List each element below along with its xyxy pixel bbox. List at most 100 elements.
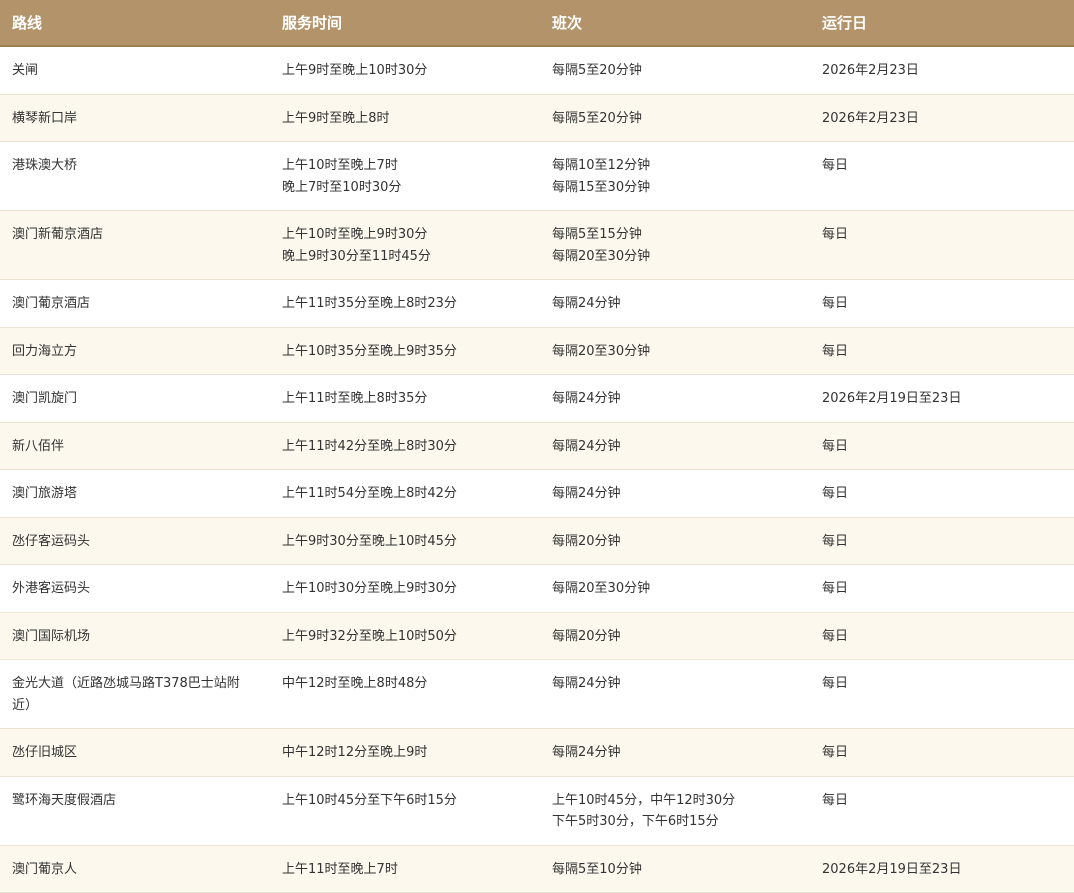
table-row: 氹仔客运码头 上午9时30分至晚上10时45分 每隔20分钟 每日	[0, 517, 1074, 565]
frequency-line: 每隔5至15分钟	[552, 227, 642, 242]
route-name: 金光大道（近路氹城马路T378巴士站附近）	[12, 676, 240, 713]
service-hours-line: 上午11时42分至晚上8时30分	[282, 438, 457, 454]
service-hours-line: 上午9时至晚上10时30分	[282, 63, 428, 78]
operating-days-cell: 每日	[810, 612, 1074, 660]
operating-days-cell: 每日	[810, 279, 1074, 328]
table-row: 氹仔旧城区 中午12时12分至晚上9时 每隔24分钟 每日	[0, 728, 1074, 777]
service-hours-line: 上午9时30分至晚上10时45分	[282, 533, 457, 549]
route-name: 氹仔客运码头	[12, 533, 91, 549]
frequency-cell: 每隔24分钟	[540, 374, 810, 423]
operating-days: 每日	[822, 438, 849, 454]
operating-days: 每日	[822, 227, 849, 242]
frequency-line: 每隔24分钟	[552, 745, 621, 760]
service-hours-cell: 上午11时42分至晚上8时30分	[270, 422, 540, 470]
shuttle-schedule-table: 路线 服务时间 班次 运行日 关闸 上午9时至晚上10时30分 每隔5至20分钟 20…	[0, 0, 1074, 893]
route-cell: 澳门葡京人	[0, 845, 270, 893]
frequency-line: 每隔5至20分钟	[552, 110, 642, 126]
frequency-line: 每隔24分钟	[552, 676, 621, 691]
operating-days-cell: 每日	[810, 422, 1074, 470]
service-hours-cell: 上午9时至晚上10时30分	[270, 46, 540, 95]
operating-days-cell: 每日	[810, 564, 1074, 613]
service-hours-line: 上午10时至晚上7时	[282, 158, 398, 173]
frequency-cell: 每隔5至20分钟	[540, 94, 810, 142]
route-name: 澳门葡京人	[12, 861, 78, 877]
operating-days: 每日	[822, 296, 849, 311]
frequency-line: 每隔20至30分钟	[552, 343, 651, 359]
operating-days-cell: 每日	[810, 210, 1074, 280]
table-row: 关闸 上午9时至晚上10时30分 每隔5至20分钟 2026年2月23日	[0, 46, 1074, 95]
frequency-cell: 每隔20至30分钟	[540, 327, 810, 375]
frequency-cell: 每隔24分钟	[540, 422, 810, 470]
header-route: 路线	[0, 0, 270, 47]
route-cell: 澳门凯旋门	[0, 374, 270, 423]
table-row: 澳门葡京酒店 上午11时35分至晚上8时23分 每隔24分钟 每日	[0, 279, 1074, 328]
route-name: 外港客运码头	[12, 581, 91, 596]
service-hours-line: 中午12时至晚上8时48分	[282, 676, 428, 691]
route-cell: 港珠澳大桥	[0, 141, 270, 211]
service-hours-line: 上午10时35分至晚上9时35分	[282, 343, 457, 359]
service-hours-cell: 中午12时12分至晚上9时	[270, 728, 540, 777]
route-cell: 澳门国际机场	[0, 612, 270, 660]
service-hours-line: 上午11时54分至晚上8时42分	[282, 486, 457, 501]
service-hours-cell: 上午10时至晚上7时 晚上7时至10时30分	[270, 141, 540, 211]
table-row: 新八佰伴 上午11时42分至晚上8时30分 每隔24分钟 每日	[0, 422, 1074, 470]
frequency-cell: 上午10时45分，中午12时30分 下午5时30分，下午6时15分	[540, 776, 810, 846]
frequency-cell: 每隔10至12分钟 每隔15至30分钟	[540, 141, 810, 211]
route-name: 澳门葡京酒店	[12, 296, 91, 311]
frequency-cell: 每隔5至15分钟 每隔20至30分钟	[540, 210, 810, 280]
service-hours-cell: 上午9时30分至晚上10时45分	[270, 517, 540, 565]
table-row: 澳门葡京人 上午11时至晚上7时 每隔5至10分钟 2026年2月19日至23日	[0, 845, 1074, 893]
frequency-line: 每隔20分钟	[552, 628, 621, 644]
service-hours-cell: 上午11时35分至晚上8时23分	[270, 279, 540, 328]
service-hours-line: 上午11时至晚上8时35分	[282, 391, 428, 406]
table-row: 外港客运码头 上午10时30分至晚上9时30分 每隔20至30分钟 每日	[0, 564, 1074, 613]
service-hours-line: 上午9时32分至晚上10时50分	[282, 628, 457, 644]
route-name: 澳门国际机场	[12, 628, 91, 644]
operating-days-cell: 2026年2月19日至23日	[810, 374, 1074, 423]
table-row: 澳门凯旋门 上午11时至晚上8时35分 每隔24分钟 2026年2月19日至23日	[0, 374, 1074, 423]
frequency-line: 每隔24分钟	[552, 486, 621, 501]
route-name: 澳门凯旋门	[12, 391, 78, 406]
header-row: 路线 服务时间 班次 运行日	[0, 0, 1074, 47]
frequency-cell: 每隔20至30分钟	[540, 564, 810, 613]
operating-days: 每日	[822, 792, 849, 808]
service-hours-cell: 上午10时35分至晚上9时35分	[270, 327, 540, 375]
table-body: 关闸 上午9时至晚上10时30分 每隔5至20分钟 2026年2月23日 横琴新口岸 上午…	[0, 46, 1074, 893]
service-hours-cell: 上午11时54分至晚上8时42分	[270, 469, 540, 518]
service-hours-cell: 上午9时32分至晚上10时50分	[270, 612, 540, 660]
route-cell: 澳门葡京酒店	[0, 279, 270, 328]
frequency-cell: 每隔24分钟	[540, 469, 810, 518]
table-row: 港珠澳大桥 上午10时至晚上7时 晚上7时至10时30分 每隔10至12分钟 每隔15至…	[0, 141, 1074, 211]
service-hours-cell: 上午9时至晚上8时	[270, 94, 540, 142]
route-name: 氹仔旧城区	[12, 745, 78, 760]
header-operating-days: 运行日	[810, 0, 1074, 47]
frequency-line: 每隔10至12分钟	[552, 158, 651, 173]
service-hours-line: 上午10时至晚上9时30分	[282, 227, 428, 242]
route-cell: 鹭环海天度假酒店	[0, 776, 270, 846]
service-hours-cell: 上午10时45分至下午6时15分	[270, 776, 540, 846]
frequency-line: 每隔5至20分钟	[552, 63, 642, 78]
operating-days: 每日	[822, 581, 849, 596]
frequency-cell: 每隔24分钟	[540, 659, 810, 729]
route-name: 澳门新葡京酒店	[12, 227, 104, 242]
table-row: 回力海立方 上午10时35分至晚上9时35分 每隔20至30分钟 每日	[0, 327, 1074, 375]
header-frequency: 班次	[540, 0, 810, 47]
operating-days-cell: 每日	[810, 776, 1074, 846]
route-cell: 外港客运码头	[0, 564, 270, 613]
operating-days-cell: 2026年2月19日至23日	[810, 845, 1074, 893]
frequency-line: 每隔20至30分钟	[552, 248, 651, 264]
table-row: 澳门新葡京酒店 上午10时至晚上9时30分 晚上9时30分至11时45分 每隔5至15…	[0, 210, 1074, 280]
operating-days: 2026年2月19日至23日	[822, 861, 962, 877]
frequency-line: 下午5时30分，下午6时15分	[552, 814, 719, 829]
route-name: 关闸	[12, 63, 39, 78]
route-cell: 新八佰伴	[0, 422, 270, 470]
frequency-line: 每隔24分钟	[552, 296, 621, 311]
operating-days: 每日	[822, 343, 849, 359]
operating-days: 2026年2月23日	[822, 63, 919, 78]
service-hours-line: 中午12时12分至晚上9时	[282, 745, 428, 760]
operating-days-cell: 每日	[810, 728, 1074, 777]
frequency-line: 每隔20至30分钟	[552, 581, 651, 596]
service-hours-line: 上午10时30分至晚上9时30分	[282, 581, 457, 596]
frequency-cell: 每隔24分钟	[540, 279, 810, 328]
frequency-cell: 每隔20分钟	[540, 612, 810, 660]
